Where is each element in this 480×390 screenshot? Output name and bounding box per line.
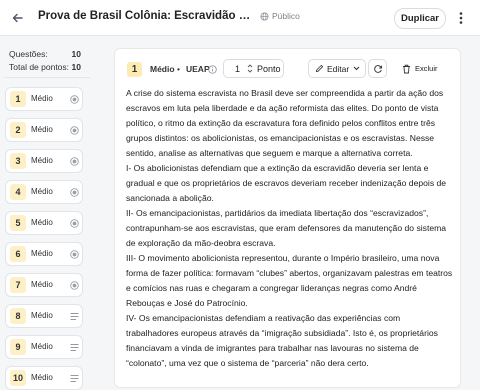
question-number-badge: 6 bbox=[10, 246, 26, 262]
top-bar: Prova de Brasil Colônia: Escravidão no B… bbox=[0, 0, 480, 36]
radio-icon bbox=[70, 281, 79, 290]
pencil-icon bbox=[315, 64, 324, 73]
divider bbox=[4, 77, 90, 78]
question-sidebar: Questões: 10 Total de pontos: 10 1 Médio 2… bbox=[0, 37, 96, 390]
organization-label: UEAP bbox=[186, 64, 210, 74]
radio-icon bbox=[70, 95, 79, 104]
question-difficulty: Médio bbox=[31, 280, 53, 289]
question-difficulty: Médio bbox=[31, 125, 53, 134]
points-stepper[interactable]: 1 Ponto bbox=[223, 59, 284, 78]
question-card: 1 Médio • UEAP 1 Ponto Editar Excluir A … bbox=[114, 48, 461, 388]
back-arrow-icon[interactable] bbox=[10, 10, 26, 26]
duplicate-button[interactable]: Duplicar bbox=[394, 8, 446, 29]
question-difficulty: Médio bbox=[31, 94, 53, 103]
exam-stats: Questões: 10 Total de pontos: 10 bbox=[9, 48, 81, 74]
points-value[interactable]: 1 bbox=[235, 64, 240, 74]
statement-item: I- Os abolicionistas defendiam que a ext… bbox=[126, 163, 447, 203]
sidebar-question-item[interactable]: 6 Médio bbox=[5, 242, 83, 266]
radio-icon bbox=[70, 157, 79, 166]
sidebar-question-item[interactable]: 3 Médio bbox=[5, 149, 83, 173]
sidebar-question-item[interactable]: 2 Médio bbox=[5, 118, 83, 142]
question-number-badge: 9 bbox=[10, 339, 26, 355]
question-difficulty: Médio bbox=[31, 249, 53, 258]
radio-icon bbox=[70, 250, 79, 259]
chevron-down-icon bbox=[353, 66, 360, 71]
sidebar-question-item[interactable]: 4 Médio bbox=[5, 180, 83, 204]
edit-button[interactable]: Editar bbox=[308, 59, 366, 78]
question-difficulty: Médio bbox=[31, 218, 53, 227]
stepper-arrows-icon[interactable] bbox=[247, 62, 253, 75]
question-number-badge: 2 bbox=[10, 122, 26, 138]
statement-paragraph: A crise do sistema escravista no Brasil … bbox=[126, 88, 444, 158]
stat-value: 10 bbox=[71, 62, 81, 72]
stat-total-points: Total de pontos: 10 bbox=[9, 61, 81, 74]
question-statement: A crise do sistema escravista no Brasil … bbox=[126, 86, 453, 371]
radio-icon bbox=[70, 219, 79, 228]
question-difficulty: Médio bbox=[31, 342, 53, 351]
difficulty-label: Médio bbox=[150, 64, 175, 74]
visibility-status: Público bbox=[260, 11, 300, 21]
stat-label: Total de pontos: bbox=[9, 62, 70, 72]
globe-icon bbox=[260, 11, 269, 21]
statement-item: II- Os emancipacionistas, partidários da… bbox=[126, 208, 447, 248]
sidebar-question-item[interactable]: 1 Médio bbox=[5, 87, 83, 111]
question-number-badge: 7 bbox=[10, 277, 26, 293]
refresh-icon bbox=[374, 65, 383, 73]
question-difficulty: Médio bbox=[31, 187, 53, 196]
question-difficulty: Médio bbox=[31, 311, 53, 320]
stat-questions: Questões: 10 bbox=[9, 48, 81, 61]
visibility-label: Público bbox=[272, 11, 300, 21]
radio-icon bbox=[70, 126, 79, 135]
sidebar-question-item[interactable]: 8 Médio bbox=[5, 304, 83, 328]
question-difficulty: Médio bbox=[31, 156, 53, 165]
delete-label: Excluir bbox=[415, 64, 438, 73]
question-number-badge: 5 bbox=[10, 215, 26, 231]
page-title: Prova de Brasil Colônia: Escravidão no B… bbox=[38, 10, 256, 22]
question-number-badge: 8 bbox=[10, 308, 26, 324]
sidebar-question-item[interactable]: 10 Médio bbox=[5, 366, 83, 390]
statement-item: IV- Os emancipacionistas defendiam a rea… bbox=[126, 313, 438, 368]
question-difficulty: Médio bbox=[31, 373, 53, 382]
question-number-badge: 1 bbox=[10, 91, 26, 107]
question-number-badge: 4 bbox=[10, 184, 26, 200]
statement-item: III- O movimento abolicionista represent… bbox=[126, 253, 453, 308]
sidebar-question-item[interactable]: 5 Médio bbox=[5, 211, 83, 235]
text-lines-icon bbox=[70, 344, 79, 351]
stat-value: 10 bbox=[71, 49, 81, 59]
sidebar-question-item[interactable]: 7 Médio bbox=[5, 273, 83, 297]
info-icon[interactable] bbox=[208, 65, 217, 74]
edit-label: Editar bbox=[327, 64, 350, 74]
trash-icon bbox=[403, 64, 410, 74]
points-label: Ponto bbox=[257, 64, 281, 74]
stat-label: Questões: bbox=[9, 49, 48, 59]
separator-dot: • bbox=[177, 64, 180, 74]
text-lines-icon bbox=[70, 375, 79, 382]
more-options-icon[interactable] bbox=[456, 10, 466, 26]
refresh-button[interactable] bbox=[368, 59, 387, 78]
question-number: 1 bbox=[127, 62, 142, 77]
sidebar-question-item[interactable]: 9 Médio bbox=[5, 335, 83, 359]
question-number-badge: 3 bbox=[10, 153, 26, 169]
radio-icon bbox=[70, 188, 79, 197]
text-lines-icon bbox=[70, 313, 79, 320]
